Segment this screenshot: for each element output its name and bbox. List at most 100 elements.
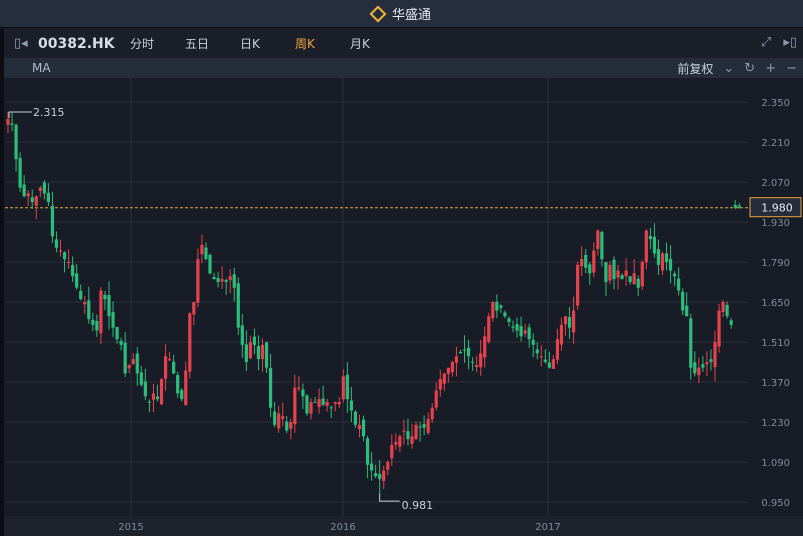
- candle-body: [406, 431, 410, 440]
- candle-body: [394, 441, 398, 445]
- candle-body: [58, 250, 63, 252]
- y-tick-label: 2.350: [761, 98, 790, 109]
- min-marker-line: [379, 493, 400, 502]
- candle-body: [616, 270, 620, 278]
- candle-body: [212, 277, 216, 280]
- candle-body: [701, 364, 705, 368]
- candle-body: [54, 239, 59, 248]
- candle-body: [543, 359, 547, 362]
- candle-body: [50, 205, 55, 237]
- candle-body: [592, 250, 596, 273]
- candle-body: [188, 313, 192, 372]
- candle-body: [507, 318, 511, 322]
- candle-body: [418, 426, 422, 428]
- candle-body: [264, 342, 269, 368]
- candle-body: [329, 407, 333, 409]
- adjust-mode-label[interactable]: 前复权: [677, 60, 713, 77]
- candle-body: [309, 401, 313, 414]
- candle-body: [357, 424, 362, 430]
- candle-body: [361, 419, 366, 437]
- candle-body: [321, 398, 325, 405]
- y-tick-label: 1.510: [761, 338, 790, 349]
- candle-body: [305, 395, 309, 414]
- candle-body: [519, 326, 523, 337]
- candle-body: [632, 273, 636, 285]
- candle-body: [640, 261, 644, 287]
- zoom-out-icon[interactable]: −: [786, 61, 797, 76]
- candle-body: [531, 339, 535, 345]
- candle-body: [604, 262, 608, 282]
- candle-body: [487, 316, 491, 342]
- candle-body: [709, 359, 713, 362]
- candle-body: [192, 301, 196, 315]
- fullscreen-icon[interactable]: ⤢: [761, 35, 771, 50]
- candle-body: [636, 278, 640, 288]
- candle-body: [83, 301, 87, 305]
- candle-body: [539, 356, 543, 358]
- candle-body: [95, 320, 99, 331]
- tab-monthly-k[interactable]: 月K: [350, 35, 405, 52]
- candle-body: [119, 340, 123, 345]
- candle-body: [333, 401, 337, 404]
- candle-body: [289, 421, 293, 429]
- current-price-label: 1.980: [761, 202, 793, 215]
- candle-body: [374, 473, 378, 477]
- candle-body: [660, 253, 665, 271]
- expand-right-icon[interactable]: ▸▯: [783, 35, 797, 50]
- candle-body: [62, 252, 67, 260]
- tab-intraday[interactable]: 分时: [130, 35, 185, 52]
- app-title: 华盛通: [391, 8, 431, 23]
- min-price-label: 0.981: [402, 499, 434, 512]
- title-bar: 华盛通: [0, 0, 803, 28]
- candle-body: [600, 231, 604, 260]
- candle-body: [495, 302, 499, 311]
- candle-body: [345, 374, 349, 400]
- candle-body: [689, 318, 693, 368]
- candle-body: [224, 280, 228, 282]
- candle-body: [535, 349, 539, 354]
- candle-body: [491, 301, 495, 319]
- candle-body: [163, 356, 168, 379]
- candle-body: [22, 184, 26, 197]
- candle-body: [337, 401, 341, 405]
- candle-body: [717, 310, 721, 347]
- candle-body: [390, 444, 394, 459]
- candle-body: [18, 158, 22, 188]
- refresh-icon[interactable]: ↻: [744, 61, 755, 76]
- candle-body: [313, 401, 317, 403]
- candle-body: [301, 389, 305, 397]
- candle-body: [147, 401, 151, 403]
- candle-body: [713, 341, 717, 368]
- candle-body: [693, 362, 697, 374]
- candle-body: [236, 283, 240, 328]
- tab-five-day[interactable]: 五日: [185, 35, 240, 52]
- candle-body: [325, 401, 329, 406]
- y-tick-label: 1.090: [761, 458, 790, 469]
- candle-body: [523, 330, 527, 334]
- chevron-down-icon[interactable]: ⌄: [723, 61, 734, 76]
- candle-body: [612, 259, 616, 280]
- zoom-in-icon[interactable]: +: [765, 61, 776, 76]
- max-price-label: 2.315: [33, 106, 65, 119]
- candle-body: [515, 324, 519, 331]
- candle-body: [91, 319, 95, 325]
- candle-body: [172, 361, 176, 374]
- candle-body: [483, 336, 487, 358]
- candle-body: [75, 273, 79, 288]
- candle-body: [563, 316, 568, 325]
- candle-body: [349, 400, 353, 411]
- collapse-left-icon[interactable]: ▯◂: [14, 36, 30, 51]
- y-tick-label: 2.210: [761, 138, 790, 149]
- tab-daily-k[interactable]: 日K: [240, 35, 295, 52]
- candlestick-chart[interactable]: 2.350 2.210 2.070 1.930 1.790 1.650 1.510 1.370…: [0, 78, 803, 536]
- candle-body: [260, 344, 265, 360]
- candle-body: [567, 317, 572, 328]
- ma-indicator-label[interactable]: MA: [32, 61, 51, 75]
- candle-body: [555, 339, 560, 360]
- stock-symbol: 00382.HK: [38, 35, 115, 52]
- candle-body: [200, 244, 204, 255]
- tab-weekly-k[interactable]: 周K: [295, 35, 350, 52]
- candle-body: [244, 344, 248, 362]
- candle-body: [204, 247, 208, 260]
- candle-body: [256, 346, 261, 360]
